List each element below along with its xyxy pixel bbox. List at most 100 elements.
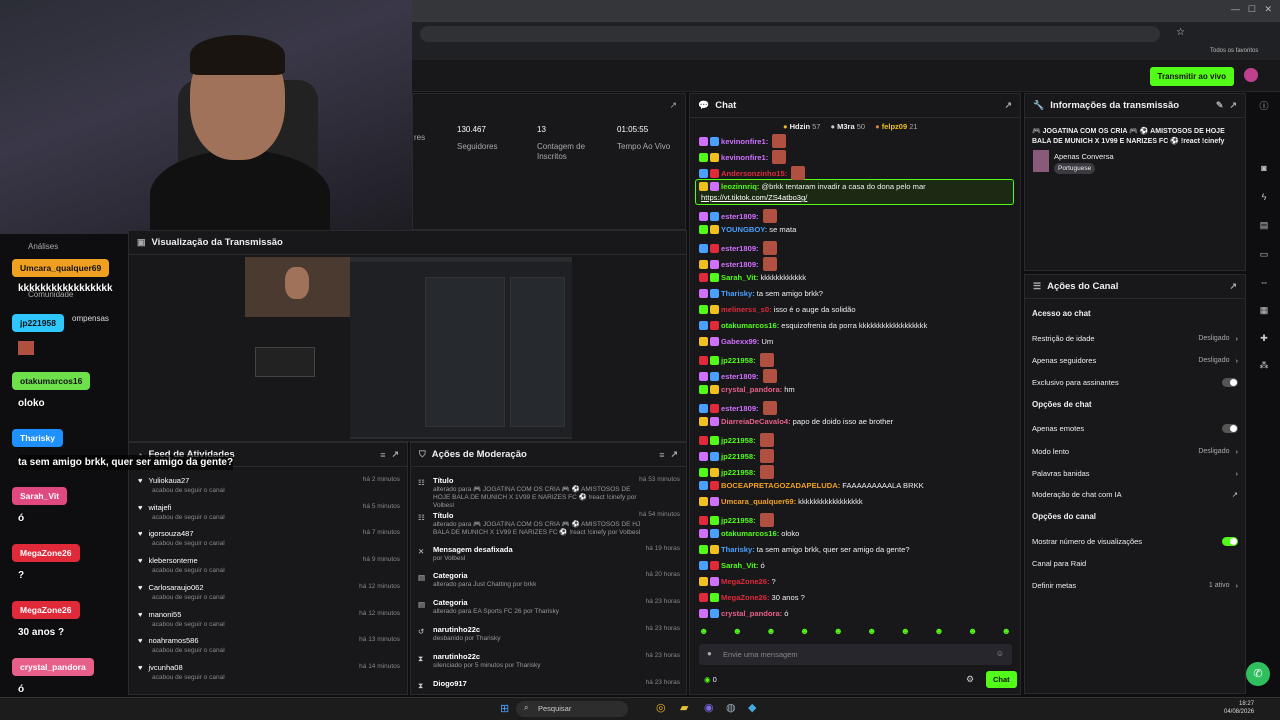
activity-item[interactable]: ♥ Carlosaraujo062 acabou de seguir o canal…	[138, 583, 400, 601]
chat-message[interactable]: MegaZone26: 30 anos ?	[699, 593, 805, 602]
chat-message[interactable]: kevinonfire1:	[699, 134, 787, 148]
activity-item[interactable]: ♥ manoni55 acabou de seguir o canal há 12 m…	[138, 610, 400, 628]
chat-message[interactable]: otakumarcos16: esquizofrenia da porra kkk…	[699, 321, 927, 330]
setting-row[interactable]: Canal para Raid	[1032, 559, 1238, 568]
setting-row[interactable]: Moderação de chat com IA ↗	[1032, 490, 1238, 499]
chat-message[interactable]: MegaZone26:?	[699, 577, 776, 586]
moderation-item[interactable]: ✕ Mensagem desafixada por Volbesl há 19 hor…	[418, 545, 680, 563]
chat-message[interactable]: BOCEAPRETAGOZADAPELUDA: FAAAAAAAAALA BRKK	[699, 481, 924, 490]
app-icon[interactable]: ◆	[748, 701, 756, 714]
chat-message[interactable]: jp221958:	[699, 353, 774, 367]
category-name[interactable]: Apenas Conversa	[1054, 152, 1114, 161]
chat-message[interactable]: jp221958:	[699, 465, 774, 479]
chat-message[interactable]: YOUNGBOY: se mata	[699, 225, 796, 234]
address-bar[interactable]	[420, 26, 1160, 42]
points-counter[interactable]: ◉ 0	[704, 675, 717, 684]
setting-row[interactable]: Mostrar número de visualizações	[1032, 537, 1238, 546]
chat-message[interactable]: Sarah_Vit: kkkkkkkkkkkk	[699, 273, 806, 282]
chat-message[interactable]: ester1809:	[699, 369, 777, 383]
filter-icon[interactable]: ≡	[380, 450, 385, 460]
chat-message[interactable]: ester1809:	[699, 257, 777, 271]
chat-message[interactable]: jp221958:	[699, 449, 774, 463]
emoji-icon[interactable]: ●	[707, 649, 712, 658]
link-icon[interactable]: ⇔	[1257, 277, 1271, 291]
close-icon[interactable]: ✕	[1264, 4, 1272, 15]
popout-icon[interactable]: ↗	[1229, 100, 1237, 111]
moderation-item[interactable]: ▤ Categoria alterado para Just Chatting po…	[418, 571, 680, 589]
setting-row[interactable]: Apenas seguidores Desligado ›	[1032, 356, 1238, 365]
setting-row[interactable]: Modo lento Desligado ›	[1032, 447, 1238, 456]
activity-item[interactable]: ♥ klebersonteme acabou de seguir o canal há…	[138, 556, 400, 574]
chat-message[interactable]: jp221958:	[699, 433, 774, 447]
clock[interactable]: 18:27 04/08/2026	[1224, 700, 1254, 716]
chat-message[interactable]: Gabexx99: Um	[699, 337, 773, 346]
chat-input[interactable]: ● Envie uma mensagem ☺	[699, 644, 1012, 665]
bookmarks-label[interactable]: Todos os favoritos	[1210, 48, 1258, 54]
chat-message[interactable]: DiarreiaDeCavalo4: papo de doido isso ae …	[699, 417, 893, 426]
popout-icon[interactable]: ↗	[670, 449, 678, 460]
lightning-icon[interactable]: ϟ	[1257, 192, 1271, 206]
chat-message[interactable]: Tharisky: ta sem amigo brkk?	[699, 289, 823, 298]
info-icon[interactable]: ⓘ	[1257, 99, 1271, 113]
chat-message[interactable]: Tharisky: ta sem amigo brkk, quer ser ami…	[699, 545, 910, 554]
folder-icon[interactable]: ▰	[680, 701, 688, 714]
moderation-item[interactable]: ⧗ Diogo917 há 23 horas	[418, 679, 680, 690]
chrome-icon[interactable]: ◎	[656, 701, 666, 714]
moderation-item[interactable]: ↺ narutinho22c desbanido por Tharisky há 23…	[418, 625, 680, 643]
nav-item-compensas[interactable]: ompensas	[72, 314, 109, 323]
steam-icon[interactable]: ◍	[726, 701, 736, 714]
chat-message[interactable]: Andersonzinho15:	[699, 166, 806, 180]
windows-start-icon[interactable]: ⊞	[500, 702, 509, 715]
setting-row[interactable]: Palavras banidas ›	[1032, 469, 1238, 478]
chat-message[interactable]: ester1809:	[699, 241, 777, 255]
chat-message[interactable]: jp221958:	[699, 513, 774, 527]
avatar[interactable]	[1244, 68, 1258, 82]
chat-message[interactable]: otakumarcos16: oloko	[699, 529, 799, 538]
setting-row[interactable]: Restrição de idade Desligado ›	[1032, 334, 1238, 343]
emote-bar[interactable]: ☻ ☻ ☻ ☻ ☻ ☻ ☻ ☻ ☻ ☻	[699, 626, 1011, 640]
minimize-icon[interactable]: —	[1231, 4, 1240, 14]
popout-icon[interactable]: ↗	[391, 449, 399, 460]
chat-message[interactable]: Sarah_Vit: ó	[699, 561, 765, 570]
chat-message[interactable]: leozinnriq: @brkk tentaram invadir a casa…	[699, 182, 926, 191]
popout-icon[interactable]: ↗	[1229, 281, 1237, 292]
setting-row[interactable]: Apenas emotes	[1032, 424, 1238, 433]
activity-item[interactable]: ♥ igorsouza487 acabou de seguir o canal há …	[138, 529, 400, 547]
smile-icon[interactable]: ☺	[996, 649, 1004, 658]
printer-icon[interactable]: ▦	[1257, 305, 1271, 319]
chat-bubble-icon[interactable]: ▭	[1257, 249, 1271, 263]
whatsapp-icon[interactable]: ✆	[1246, 662, 1270, 686]
chat-message[interactable]: kevinonfire1:	[699, 150, 787, 164]
nav-item-analises[interactable]: Análises	[28, 242, 58, 251]
edit-icon[interactable]: ✎	[1216, 100, 1224, 111]
settings-icon[interactable]: ⚙	[966, 674, 974, 685]
discord-icon[interactable]: ◉	[704, 701, 714, 714]
nodes-icon[interactable]: ⁂	[1257, 360, 1271, 374]
star-icon[interactable]: ☆	[1176, 27, 1185, 38]
activity-item[interactable]: ♥ noahramos586 acabou de seguir o canal há …	[138, 636, 400, 654]
go-live-button[interactable]: Transmitir ao vivo	[1149, 67, 1234, 86]
setting-row[interactable]: Definir metas 1 ativo ›	[1032, 581, 1238, 590]
activity-item[interactable]: ♥ jvcunha08 acabou de seguir o canal há 14 …	[138, 663, 400, 681]
send-chat-button[interactable]: Chat	[986, 671, 1017, 688]
moderation-item[interactable]: ☷ Título alterado para 🎮 JOGATINA COM OS C…	[418, 476, 680, 510]
moderation-item[interactable]: ⧗ narutinho22c silenciado por 5 minutos po…	[418, 652, 680, 670]
activity-item[interactable]: ♥ Yuliokaua27 acabou de seguir o canal há 2…	[138, 476, 400, 494]
chat-message[interactable]: ester1809:	[699, 209, 777, 223]
filter-icon[interactable]: ≡	[659, 450, 664, 460]
chat-message[interactable]: ester1809:	[699, 401, 777, 415]
activity-item[interactable]: ♥ witajefi acabou de seguir o canal há 5 mi…	[138, 503, 400, 521]
bot-icon[interactable]: ◙	[1257, 163, 1271, 177]
chat-message[interactable]: Umcara_qualquer69: kkkkkkkkkkkkkkkkk	[699, 497, 863, 506]
document-icon[interactable]: ▤	[1257, 220, 1271, 234]
setting-row[interactable]: Exclusivo para assinantes	[1032, 378, 1238, 387]
tool-icon[interactable]: ✚	[1257, 333, 1271, 347]
moderation-item[interactable]: ▤ Categoria alterado para EA Sports FC 26 …	[418, 598, 680, 616]
popout-icon[interactable]: ↗	[1004, 100, 1012, 111]
chat-message[interactable]: crystal_pandora: ó	[699, 609, 788, 618]
chat-message[interactable]: https://vt.tiktok.com/ZS4atbo3g/	[699, 193, 807, 202]
chat-message[interactable]: melinerss_s0: isso é o auge da solidão	[699, 305, 856, 314]
stream-preview-video[interactable]	[245, 257, 572, 439]
moderation-item[interactable]: ☷ Título alterado para 🎮 JOGATINA COM OS C…	[418, 511, 680, 537]
taskbar-search[interactable]: ⌕ Pesquisar	[516, 701, 628, 717]
